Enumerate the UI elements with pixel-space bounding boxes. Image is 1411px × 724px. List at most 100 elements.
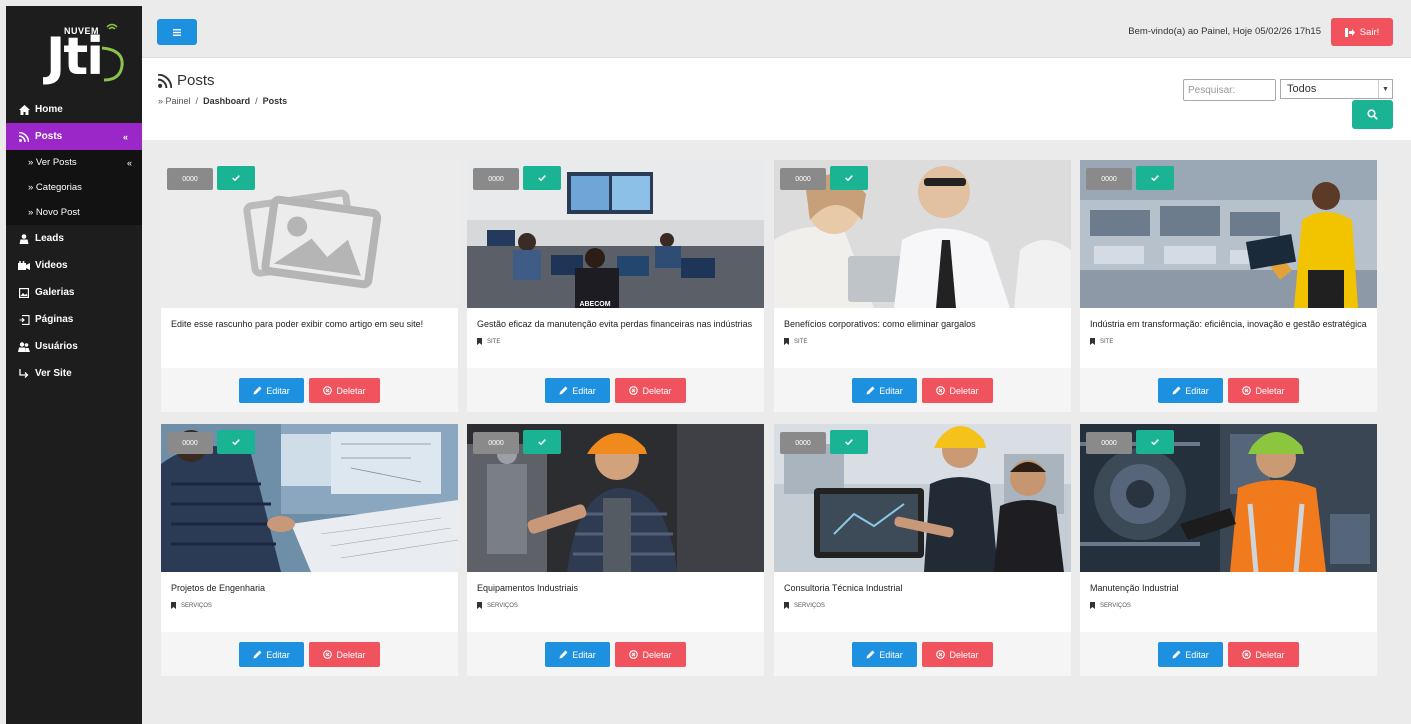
views-badge: 0000 [473,168,519,190]
check-icon [1151,175,1159,181]
post-card: 0000 Projetos de Engenharia SERVIÇOS Edi… [161,424,458,676]
delete-button[interactable]: Deletar [1228,642,1299,667]
edit-button[interactable]: Editar [852,642,917,667]
published-toggle[interactable] [523,430,561,454]
published-toggle[interactable] [217,166,255,190]
breadcrumb-dashboard[interactable]: Dashboard [203,96,250,106]
users-icon [18,341,30,353]
breadcrumb-current: Posts [262,96,288,106]
category-label: SERVIÇOS [181,602,212,609]
delete-button[interactable]: Deletar [615,642,686,667]
search-button[interactable] [1352,100,1393,129]
check-icon [845,439,853,445]
close-circle-icon [629,650,639,659]
post-title: Projetos de Engenharia [171,583,266,593]
published-toggle[interactable] [523,166,561,190]
welcome-message: Bem-vindo(a) ao Painel, Hoje 05/02/26 17… [1128,26,1321,37]
delete-label: Deletar [642,385,672,396]
page-title-text: Posts [177,72,215,89]
edit-button[interactable]: Editar [1158,378,1223,403]
delete-button[interactable]: Deletar [309,378,380,403]
logo-arc-icon [101,46,124,82]
submenu-label: » Novo Post [28,207,80,218]
published-toggle[interactable] [1136,430,1174,454]
bookmark-icon [1090,602,1095,609]
pencil-icon [253,650,262,659]
edit-label: Editar [879,649,903,660]
post-category: SERVIÇOS [784,602,825,609]
views-badge: 0000 [167,168,213,190]
post-card: 0000 Edite esse rascunho para poder exib… [161,160,458,412]
card-actions: Editar Deletar [467,368,764,412]
delete-button[interactable]: Deletar [922,642,993,667]
published-toggle[interactable] [217,430,255,454]
published-toggle[interactable] [1136,166,1174,190]
logout-button[interactable]: Sair! [1331,18,1393,46]
edit-button[interactable]: Editar [545,378,610,403]
submenu-novo-post[interactable]: » Novo Post [6,200,142,225]
bookmark-icon [477,602,482,609]
post-title: Manutenção Industrial [1090,583,1179,593]
delete-button[interactable]: Deletar [1228,378,1299,403]
logo[interactable]: NUVEM Jti [6,6,142,96]
sidebar-item-home[interactable]: Home [6,96,142,123]
post-card: ABECOM 0000 Gestão eficaz da manutenção … [467,160,764,412]
delete-button[interactable]: Deletar [615,378,686,403]
delete-label: Deletar [1255,649,1285,660]
bookmark-icon [784,338,789,345]
edit-button[interactable]: Editar [545,642,610,667]
pages-icon [18,314,30,326]
published-toggle[interactable] [830,430,868,454]
close-circle-icon [1242,650,1252,659]
breadcrumb-painel[interactable]: » Painel [158,96,191,106]
logout-icon [1344,27,1355,37]
edit-button[interactable]: Editar [239,642,304,667]
card-actions: Editar Deletar [161,632,458,676]
delete-label: Deletar [1255,385,1285,396]
sidebar-item-posts[interactable]: Posts « [6,123,142,150]
edit-button[interactable]: Editar [1158,642,1223,667]
bookmark-icon [784,602,789,609]
pencil-icon [559,386,568,395]
submenu-ver-posts[interactable]: » Ver Posts « [6,150,142,175]
sidebar: NUVEM Jti Home Posts « » Ver Posts « » C… [6,6,142,724]
post-title: Equipamentos Industriais [477,583,579,593]
filter-select[interactable]: Todos ▼ [1280,79,1393,99]
submenu-label: » Ver Posts [28,157,77,168]
delete-button[interactable]: Deletar [922,378,993,403]
page-title: Posts [158,72,215,89]
sidebar-item-ver-site[interactable]: Ver Site [6,360,142,387]
delete-label: Deletar [336,385,366,396]
post-title: Benefícios corporativos: como eliminar g… [784,319,976,329]
sidebar-item-galerias[interactable]: Galerias [6,279,142,306]
edit-button[interactable]: Editar [852,378,917,403]
menu-toggle-button[interactable] [157,19,197,45]
published-toggle[interactable] [830,166,868,190]
check-icon [232,175,240,181]
close-circle-icon [936,386,946,395]
submenu-categorias[interactable]: » Categorias [6,175,142,200]
card-actions: Editar Deletar [1080,368,1377,412]
pencil-icon [866,386,875,395]
topbar: Bem-vindo(a) ao Painel, Hoje 05/02/26 17… [142,6,1411,58]
sidebar-item-videos[interactable]: Videos [6,252,142,279]
sidebar-item-usuarios[interactable]: Usuários [6,333,142,360]
pencil-icon [559,650,568,659]
svg-text:ABECOM: ABECOM [579,301,610,308]
edit-button[interactable]: Editar [239,378,304,403]
sidebar-item-label: Home [35,104,63,115]
collapse-icon: « [126,157,132,168]
delete-button[interactable]: Deletar [309,642,380,667]
search-input[interactable] [1183,79,1276,101]
sidebar-item-leads[interactable]: Leads [6,225,142,252]
post-card: 0000 Benefícios corporativos: como elimi… [774,160,1071,412]
category-label: SERVIÇOS [794,602,825,609]
edit-label: Editar [572,649,596,660]
check-icon [538,175,546,181]
sidebar-item-label: Ver Site [35,368,72,379]
sidebar-item-paginas[interactable]: Páginas [6,306,142,333]
breadcrumb-separator: / [195,96,199,106]
post-category: SERVIÇOS [1090,602,1131,609]
submenu-label: » Categorias [28,182,82,193]
post-title: Gestão eficaz da manutenção evita perdas… [477,319,753,329]
